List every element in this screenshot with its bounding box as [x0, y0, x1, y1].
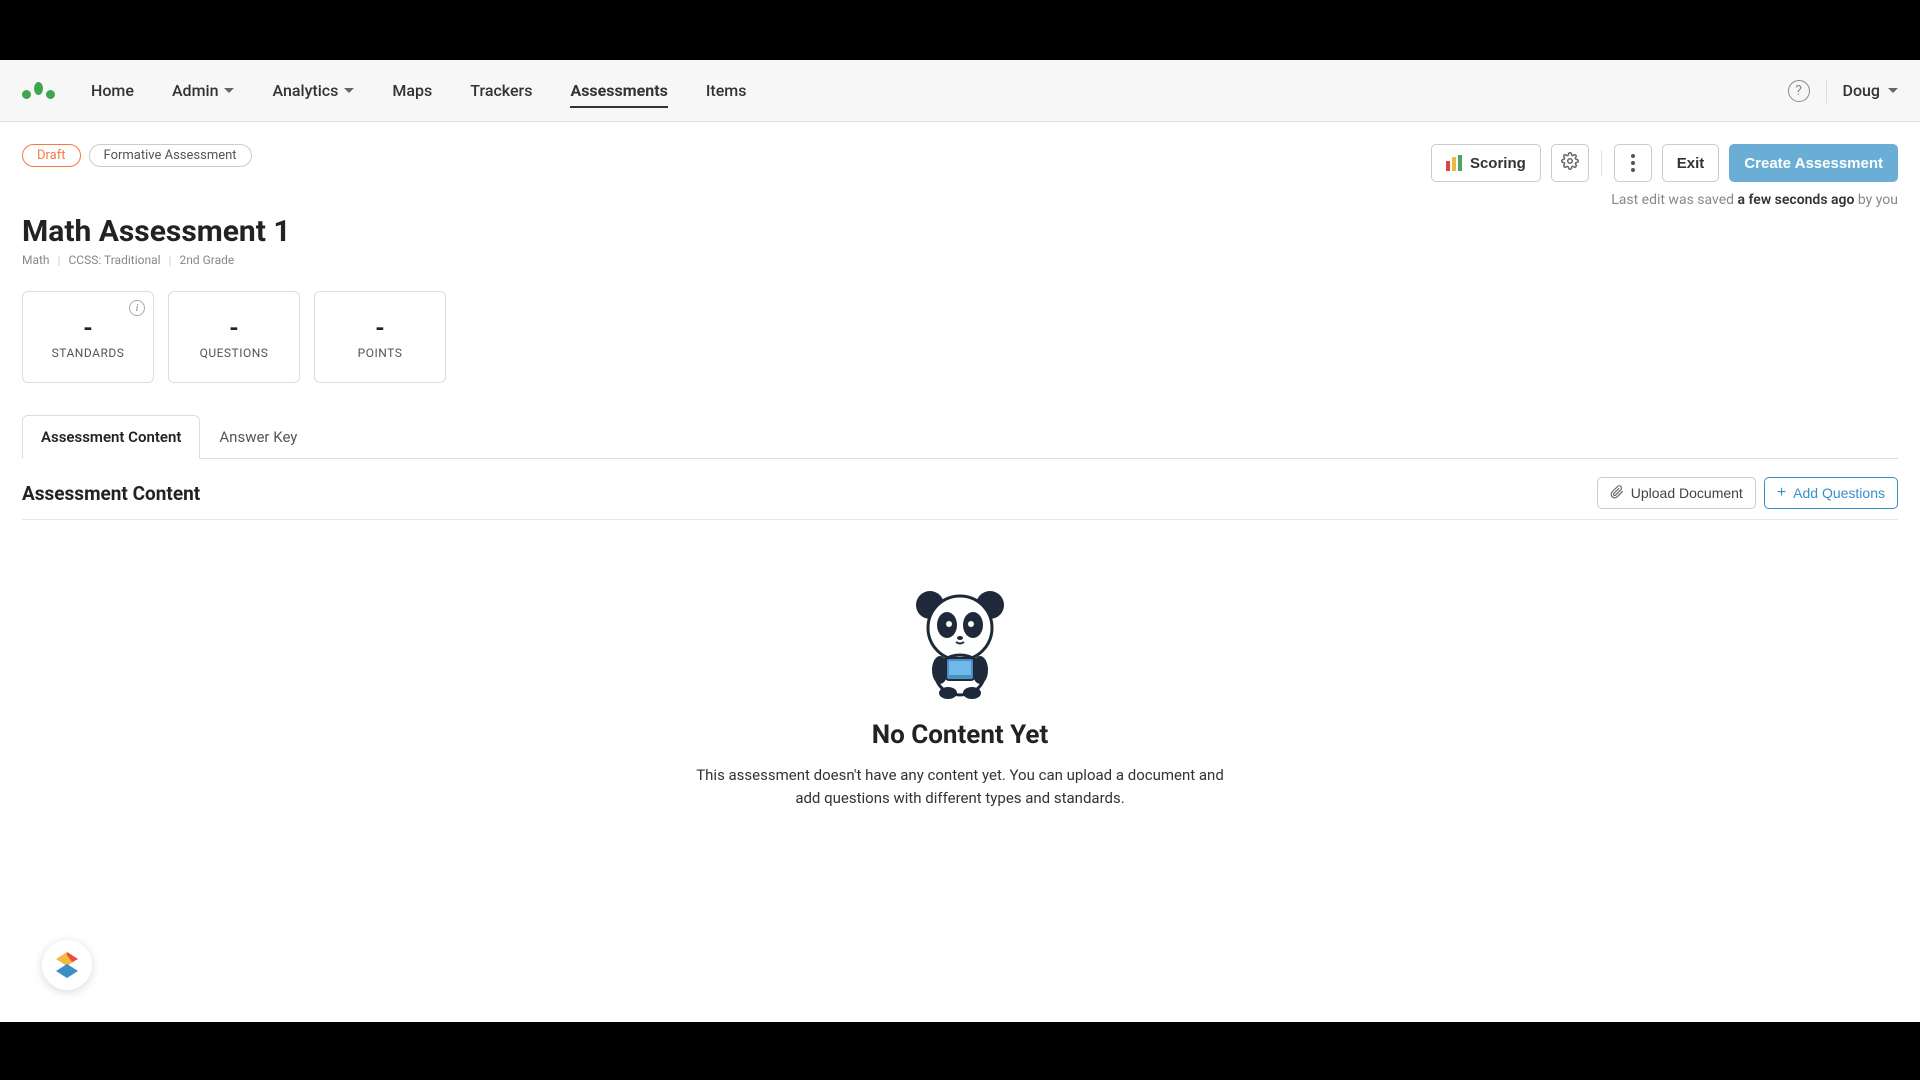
tab-answer-key[interactable]: Answer Key	[200, 415, 316, 459]
panda-icon	[22, 580, 1898, 700]
empty-state-title: No Content Yet	[22, 720, 1898, 750]
empty-state: No Content Yet This assessment doesn't h…	[22, 580, 1898, 809]
chevron-down-icon	[1888, 88, 1898, 93]
nav-items[interactable]: Items	[688, 60, 765, 122]
breadcrumb: Math | CCSS: Traditional | 2nd Grade	[22, 253, 1898, 267]
draft-badge: Draft	[22, 144, 81, 167]
app-logo[interactable]	[22, 84, 55, 97]
upload-document-button[interactable]: Upload Document	[1597, 477, 1756, 509]
nav-analytics[interactable]: Analytics	[254, 60, 372, 122]
nav-trackers[interactable]: Trackers	[452, 60, 550, 122]
create-assessment-button[interactable]: Create Assessment	[1729, 144, 1898, 182]
gear-icon	[1561, 152, 1579, 174]
scoring-icon	[1446, 155, 1462, 171]
settings-button[interactable]	[1551, 144, 1589, 182]
section-title: Assessment Content	[22, 482, 200, 505]
floating-help-badge[interactable]	[42, 940, 92, 990]
empty-state-text: This assessment doesn't have any content…	[690, 764, 1230, 809]
more-options-button[interactable]	[1614, 144, 1652, 182]
nav-admin[interactable]: Admin	[154, 60, 253, 122]
points-stat-card: - POINTS	[314, 291, 446, 383]
plus-icon: +	[1777, 485, 1786, 501]
top-navigation: Home Admin Analytics Maps Trackers Asses…	[0, 60, 1920, 122]
nav-assessments[interactable]: Assessments	[552, 60, 685, 122]
help-icon[interactable]: ?	[1788, 80, 1810, 102]
divider	[1826, 79, 1827, 103]
tab-assessment-content[interactable]: Assessment Content	[22, 415, 200, 459]
chevron-down-icon	[344, 88, 354, 93]
questions-stat-card: - QUESTIONS	[168, 291, 300, 383]
page-title: Math Assessment 1	[22, 214, 1898, 249]
paperclip-icon	[1610, 485, 1624, 502]
user-menu[interactable]: Doug	[1843, 81, 1899, 100]
more-icon	[1631, 154, 1635, 172]
standards-stat-card: i - STANDARDS	[22, 291, 154, 383]
info-icon[interactable]: i	[129, 300, 145, 316]
nav-home[interactable]: Home	[73, 60, 152, 122]
save-status: Last edit was saved a few seconds ago by…	[22, 192, 1898, 208]
assessment-type-badge: Formative Assessment	[89, 144, 252, 167]
divider	[1601, 150, 1602, 176]
scoring-button[interactable]: Scoring	[1431, 144, 1541, 182]
add-questions-button[interactable]: + Add Questions	[1764, 477, 1898, 509]
user-name: Doug	[1843, 81, 1881, 100]
nav-maps[interactable]: Maps	[374, 60, 450, 122]
exit-button[interactable]: Exit	[1662, 144, 1720, 182]
chevron-down-icon	[224, 88, 234, 93]
